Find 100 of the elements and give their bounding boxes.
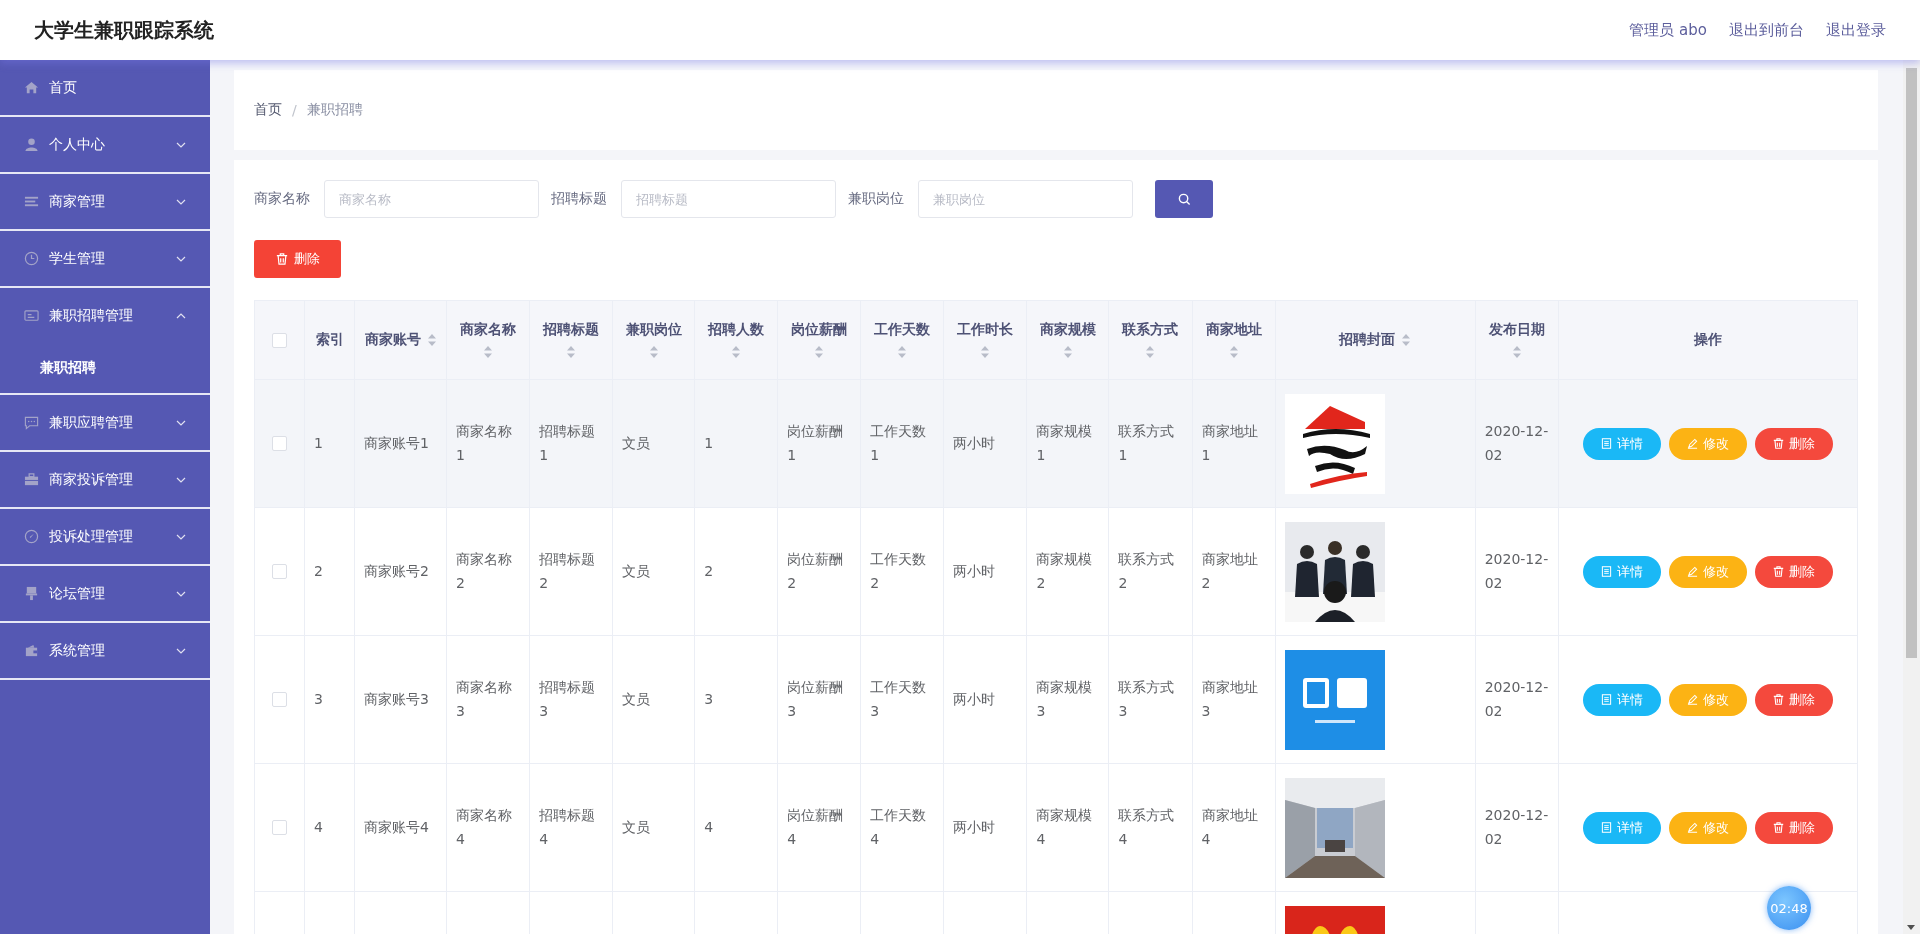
column-header: 索引 [304,300,355,380]
column-header[interactable]: 招聘人数 [694,300,778,380]
briefcase-icon [24,472,39,487]
home-icon [24,80,39,95]
header-link[interactable]: 退出到前台 [1729,20,1804,40]
delete-button[interactable]: 删除 [1754,811,1833,844]
chevron-icon [176,141,186,148]
column-header[interactable]: 商家名称 [446,300,530,380]
delete-button[interactable]: 删除 [1754,427,1833,460]
search-icon [1177,192,1191,206]
breadcrumb-link[interactable]: 兼职招聘 [306,101,363,119]
column-header: 操作 [1558,300,1858,380]
column-header[interactable]: 招聘标题 [529,300,613,380]
scrollbar[interactable] [1903,60,1920,934]
scroll-down-icon[interactable] [1907,925,1915,930]
table-cell: 1 [314,434,323,451]
checkbox[interactable] [272,436,287,452]
table-row[interactable]: 4 商家账号4 商家名称4 招聘标题4 文员 4 岗位薪酬4 工作天数4 两小时 商家规模4 联系方式4 商家地址4 2020-12-02 详情 修改 删除 [254,763,1858,892]
column-header[interactable]: 商家账号 [354,300,447,380]
sidebar-item[interactable]: 系统管理 [0,623,210,678]
table-cell: 招聘标题2 [539,550,596,591]
table-cell: 招聘标题4 [539,806,596,847]
table-row[interactable]: 3 商家账号3 商家名称3 招聘标题3 文员 3 岗位薪酬3 工作天数3 两小时 商家规模3 联系方式3 商家地址3 2020-12-02 详情 修改 删除 [254,635,1858,764]
table-cell: 工作天数4 [870,806,927,847]
sort-icon[interactable] [1145,345,1156,359]
table-cell: 商家地址4 [1201,806,1258,847]
header-link[interactable]: 退出登录 [1826,20,1886,40]
sort-icon[interactable] [648,345,659,359]
checkbox[interactable] [272,333,287,349]
sort-icon[interactable] [1401,333,1412,347]
list-icon [24,194,39,209]
sort-icon[interactable] [897,345,908,359]
sidebar-subitem[interactable]: 兼职招聘 [0,343,210,393]
trash-icon [1772,822,1784,833]
checkbox[interactable] [272,692,287,708]
column-header[interactable]: 商家地址 [1192,300,1276,380]
filter-field[interactable]: 招聘标题 [621,180,836,218]
sort-icon[interactable] [1062,345,1073,359]
document-icon [1600,822,1612,833]
breadcrumb-separator: / [292,102,297,118]
table-cell: 联系方式4 [1118,806,1175,847]
table-cell: 商家地址2 [1201,550,1258,591]
checkbox[interactable] [272,820,287,836]
sort-icon[interactable] [566,345,577,359]
filter-field[interactable]: 商家名称 [324,180,539,218]
column-header[interactable]: 工作天数 [860,300,944,380]
sort-icon[interactable] [814,345,825,359]
trash-icon [1772,694,1784,705]
sidebar-item[interactable]: 投诉处理管理 [0,509,210,564]
delete-button[interactable]: 删除 [1754,683,1833,716]
table-cell: 商家名称1 [456,422,513,463]
sort-icon[interactable] [1511,345,1522,359]
column-header[interactable]: 商家规模 [1026,300,1109,380]
trash-icon [275,253,288,265]
column-header[interactable]: 发布日期 [1475,300,1559,380]
compass-icon [24,529,39,544]
column-header[interactable]: 岗位薪酬 [777,300,861,380]
filter-field[interactable]: 兼职岗位 [918,180,1133,218]
table-cell: 2 [704,562,714,579]
column-header[interactable]: 联系方式 [1108,300,1192,380]
sidebar-item[interactable]: 商家投诉管理 [0,452,210,507]
table-cell: 3 [704,690,714,707]
sort-icon[interactable] [426,333,437,347]
sort-icon[interactable] [1228,345,1239,359]
header-link[interactable]: 管理员 abo [1629,20,1707,40]
table-cell: 工作天数1 [870,422,927,463]
table-cell: 岗位薪酬4 [787,806,844,847]
pencil-icon [1686,566,1698,577]
column-header[interactable]: 工作时长 [943,300,1027,380]
chevron-icon [176,647,186,654]
table-cell: 联系方式1 [1118,422,1175,463]
table-cell: 招聘标题3 [539,678,596,719]
column-header[interactable]: 招聘封面 [1275,300,1476,380]
sidebar-item[interactable]: 兼职招聘管理 [0,288,210,343]
table-cell: 岗位薪酬3 [787,678,844,719]
sidebar-item[interactable]: 首页 [0,60,210,115]
table-row[interactable]: 2 商家账号2 商家名称2 招聘标题2 文员 2 岗位薪酬2 工作天数2 两小时 商家规模2 联系方式2 商家地址2 2020-12-02 详情 修改 删除 [254,507,1858,636]
column-header[interactable]: 兼职岗位 [612,300,695,380]
checkbox[interactable] [272,564,287,580]
table-cell: 岗位薪酬2 [787,550,844,591]
sidebar-item[interactable]: 兼职应聘管理 [0,395,210,450]
sidebar-item[interactable]: 论坛管理 [0,566,210,621]
table-cell: 工作天数2 [870,550,927,591]
table-cell: 工作天数3 [870,678,927,719]
table-cell: 商家名称2 [456,550,513,591]
sort-icon[interactable] [483,345,494,359]
sidebar-item[interactable]: 学生管理 [0,231,210,286]
pencil-icon [1686,694,1698,705]
sidebar-item[interactable]: 个人中心 [0,117,210,172]
table-row[interactable]: 1 商家账号1 商家名称1 招聘标题1 文员 1 岗位薪酬1 工作天数1 两小时 商家规模1 联系方式1 商家地址1 2020-12-02 详情 修改 删除 [254,379,1858,508]
delete-button[interactable]: 删除 [254,240,341,278]
sort-icon[interactable] [731,345,742,359]
table-cell: 文员 [622,434,651,451]
table-cell: 两小时 [953,434,996,451]
search-button[interactable] [1155,180,1213,218]
sidebar-item[interactable]: 商家管理 [0,174,210,229]
sort-icon[interactable] [980,345,991,359]
delete-button[interactable]: 删除 [1754,555,1833,588]
table-cell: 4 [314,818,323,835]
breadcrumb-link[interactable]: 首页 [254,101,282,119]
